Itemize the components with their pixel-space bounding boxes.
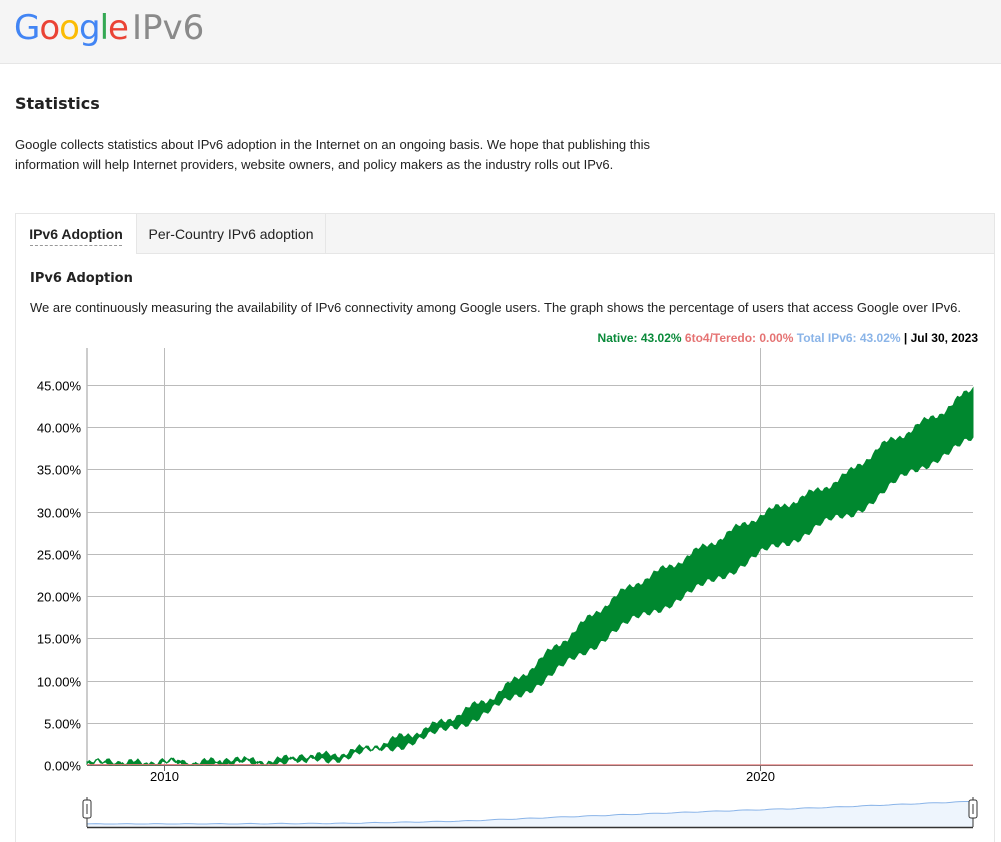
series-native-band <box>86 386 974 766</box>
y-tick-label: 45.00% <box>37 379 82 394</box>
y-tick-label: 25.00% <box>37 548 82 563</box>
x-tick-label: 2010 <box>150 769 179 784</box>
y-tick-label: 40.00% <box>37 421 82 436</box>
y-tick-label: 20.00% <box>37 590 82 605</box>
y-tick-label: 35.00% <box>37 463 82 478</box>
range-handle-right[interactable] <box>968 799 978 819</box>
range-handle-left[interactable] <box>82 799 92 819</box>
ipv6-adoption-chart[interactable]: 0.00% 5.00% 10.00% 15.00% 20.00% 25.00% 30.00%… <box>0 0 1001 842</box>
y-tick-label: 0.00% <box>44 759 81 774</box>
x-tick-label: 2020 <box>746 769 775 784</box>
y-tick-label: 10.00% <box>37 675 82 690</box>
y-tick-label: 30.00% <box>37 506 82 521</box>
y-tick-label: 15.00% <box>37 632 82 647</box>
y-tick-label: 5.00% <box>44 717 81 732</box>
